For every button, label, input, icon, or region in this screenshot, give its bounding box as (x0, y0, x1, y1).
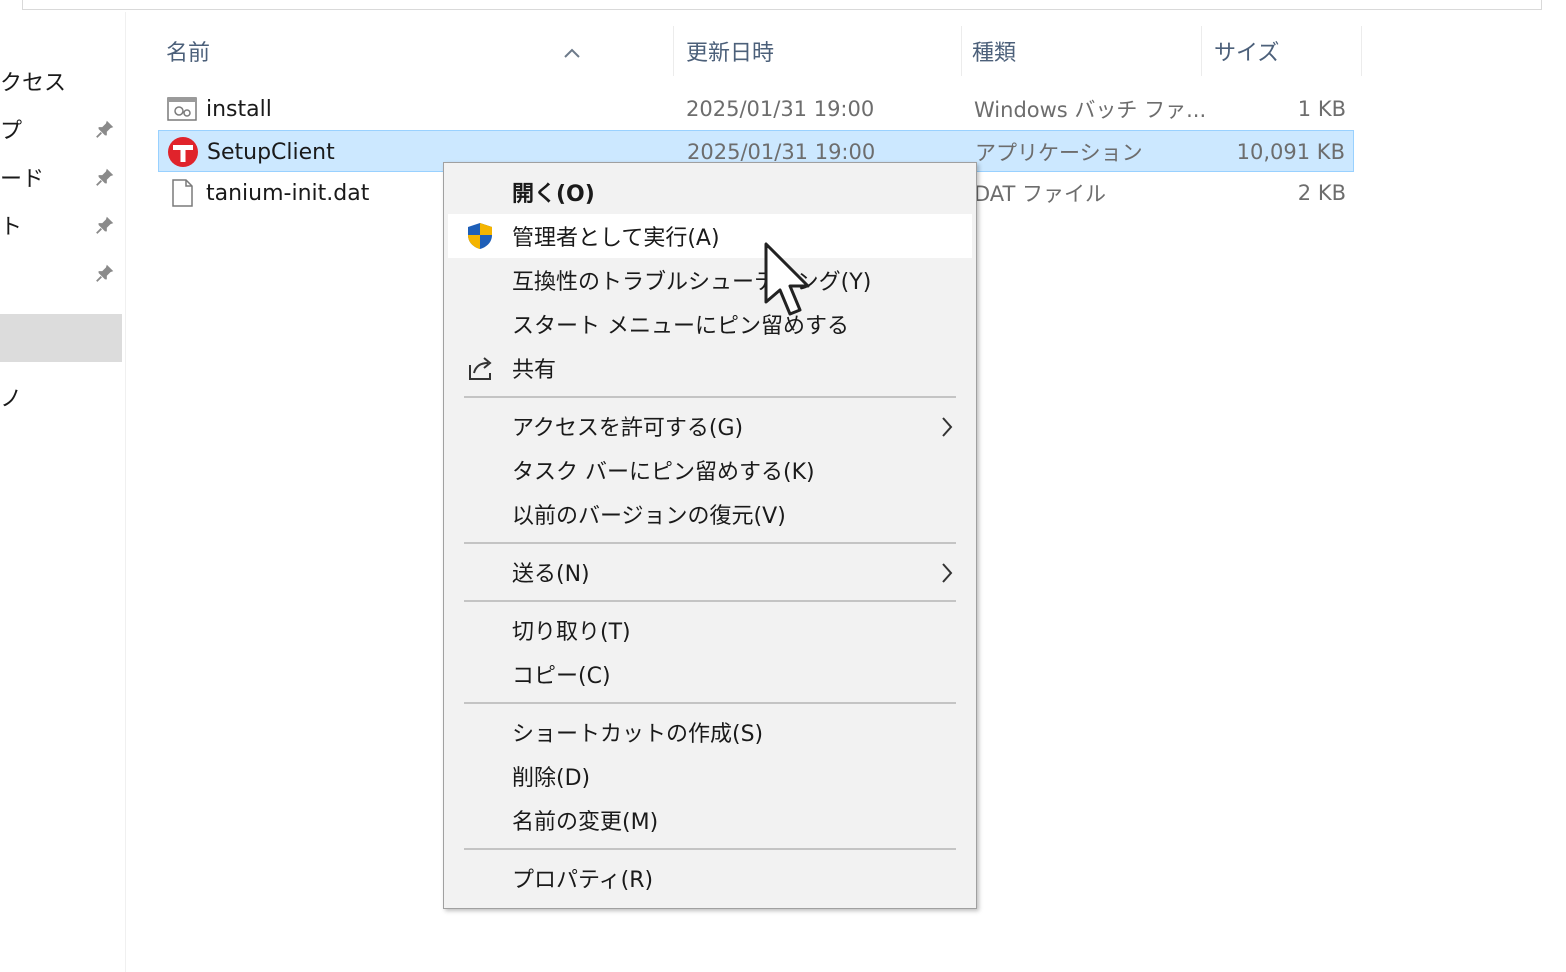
menu-item-open[interactable]: 開く(O) (448, 170, 972, 214)
menu-separator (464, 848, 956, 850)
menu-item-label: 開く(O) (512, 182, 595, 207)
nav-item-label: プ (0, 119, 23, 144)
menu-item-label: コピー(C) (512, 664, 611, 689)
menu-item-delete[interactable]: 削除(D) (448, 754, 972, 798)
nav-item-other[interactable]: ノ (0, 374, 122, 420)
menu-item-send-to[interactable]: 送る(N) (448, 550, 972, 594)
menu-item-create-shortcut[interactable]: ショートカットの作成(S) (448, 710, 972, 754)
menu-separator (464, 702, 956, 704)
nav-item-quick-access[interactable]: クセス (0, 58, 122, 104)
menu-item-label: 以前のバージョンの復元(V) (512, 504, 786, 529)
nav-item-desktop[interactable]: プ (0, 106, 122, 152)
file-type: DAT ファイル (974, 182, 1107, 206)
nav-item-label: クセス (0, 71, 67, 96)
column-header-label: 更新日時 (686, 41, 775, 66)
menu-item-properties[interactable]: プロパティ(R) (448, 856, 972, 900)
menu-item-label: 送る(N) (512, 562, 590, 587)
file-name: tanium-init.dat (206, 180, 370, 206)
file-size: 2 KB (1297, 181, 1346, 205)
menu-item-label: ショートカットの作成(S) (512, 722, 764, 747)
pin-icon (96, 168, 114, 186)
menu-item-restore-previous-versions[interactable]: 以前のバージョンの復元(V) (448, 492, 972, 536)
menu-separator (464, 396, 956, 398)
chevron-right-icon (942, 417, 953, 437)
menu-item-label: 切り取り(T) (512, 620, 631, 645)
menu-item-copy[interactable]: コピー(C) (448, 652, 972, 696)
column-header-type[interactable]: 種類 (966, 26, 1202, 76)
menu-item-label: 削除(D) (512, 766, 591, 791)
menu-separator (464, 600, 956, 602)
nav-item-label: ト (0, 215, 23, 240)
mouse-pointer-icon (764, 242, 810, 316)
context-menu: 開く(O) 管理者として実行(A) 互換性のトラブルシューティング(Y) スター… (443, 162, 977, 909)
tanium-app-icon (168, 137, 198, 167)
menu-item-cut[interactable]: 切り取り(T) (448, 608, 972, 652)
menu-item-pin-to-start[interactable]: スタート メニューにピン留めする (448, 302, 972, 346)
menu-item-grant-access[interactable]: アクセスを許可する(G) (448, 404, 972, 448)
nav-item-pictures[interactable] (0, 250, 122, 296)
file-modified: 2025/01/31 19:00 (686, 97, 875, 121)
menu-item-label: アクセスを許可する(G) (512, 416, 744, 441)
menu-item-label: タスク バーにピン留めする(K) (512, 460, 815, 485)
batch-file-icon (167, 97, 197, 121)
nav-item-label: ノ (0, 387, 23, 412)
address-bar-edge (22, 0, 1542, 10)
file-row-install[interactable]: install 2025/01/31 19:00 Windows バッチ ファ.… (158, 88, 1354, 130)
nav-item-selected[interactable] (0, 314, 122, 362)
column-header-label: サイズ (1214, 41, 1280, 66)
pin-icon (96, 120, 114, 138)
share-icon (469, 357, 492, 380)
pin-icon (96, 216, 114, 234)
column-header-label: 名前 (166, 41, 211, 66)
menu-separator (464, 542, 956, 544)
menu-item-label: 名前の変更(M) (512, 810, 659, 835)
menu-item-run-as-admin[interactable]: 管理者として実行(A) (448, 214, 972, 258)
sort-ascending-icon (564, 48, 580, 58)
column-header-label: 種類 (972, 41, 1017, 66)
nav-item-label: ード (0, 167, 45, 192)
file-type: アプリケーション (975, 141, 1143, 165)
menu-item-label: プロパティ(R) (512, 868, 654, 893)
chevron-right-icon (942, 563, 953, 583)
column-header-name[interactable]: 名前 (160, 26, 674, 76)
nav-item-documents[interactable]: ト (0, 202, 122, 248)
column-header-modified[interactable]: 更新日時 (680, 26, 962, 76)
file-name: install (206, 96, 272, 122)
menu-item-label: 共有 (512, 358, 557, 383)
menu-item-share[interactable]: 共有 (448, 346, 972, 390)
menu-item-rename[interactable]: 名前の変更(M) (448, 798, 972, 842)
file-type: Windows バッチ ファ... (974, 98, 1207, 122)
column-header-row: 名前 更新日時 種類 サイズ (160, 26, 1362, 76)
menu-item-label: 管理者として実行(A) (512, 226, 720, 251)
column-header-size[interactable]: サイズ (1208, 26, 1362, 76)
navigation-pane: クセス プ ード ト ノ (0, 12, 126, 972)
file-size: 1 KB (1297, 97, 1346, 121)
pin-icon (96, 264, 114, 282)
menu-item-troubleshoot-compatibility[interactable]: 互換性のトラブルシューティング(Y) (448, 258, 972, 302)
uac-shield-icon (468, 223, 492, 249)
nav-item-downloads[interactable]: ード (0, 154, 122, 200)
file-size: 10,091 KB (1236, 140, 1345, 164)
menu-item-pin-to-taskbar[interactable]: タスク バーにピン留めする(K) (448, 448, 972, 492)
blank-file-icon (172, 179, 193, 207)
file-name: SetupClient (207, 139, 335, 165)
